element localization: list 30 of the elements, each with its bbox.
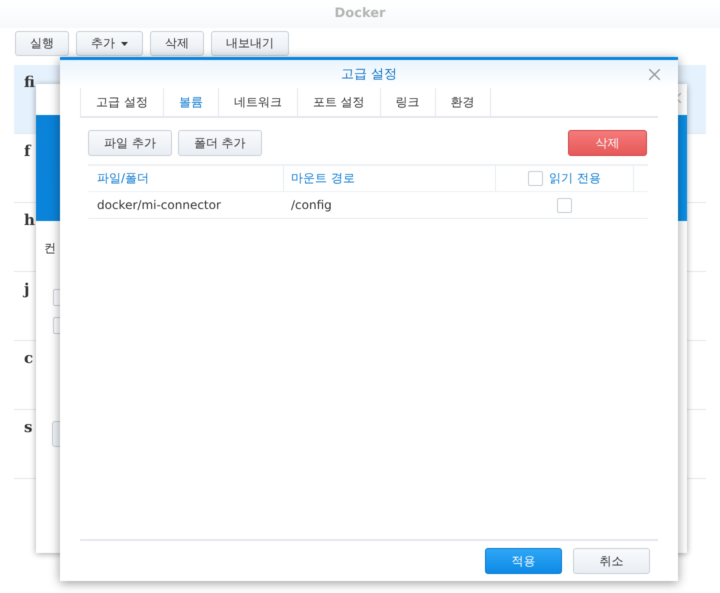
column-header[interactable]: 파일/폴더 <box>88 166 284 191</box>
container-name: f <box>24 142 30 160</box>
container-name: fi <box>24 73 35 91</box>
close-icon[interactable] <box>649 69 660 80</box>
container-name: c <box>24 349 34 367</box>
window-text: 컨 <box>44 240 56 257</box>
toolbar-button[interactable]: 삭제 <box>150 31 204 56</box>
action-button[interactable]: 파일 추가 <box>88 130 172 156</box>
tab[interactable]: 고급 설정 <box>80 88 163 116</box>
toolbar-button[interactable]: 실행 <box>15 31 69 56</box>
tab[interactable]: 포트 설정 <box>296 88 380 116</box>
container-name: s <box>24 418 32 436</box>
dialog-title: 고급 설정 <box>340 66 398 83</box>
tab[interactable]: 네트워크 <box>218 88 297 116</box>
column-header[interactable]: 마운트 경로 <box>284 166 496 191</box>
action-button[interactable]: 폴더 추가 <box>178 130 262 156</box>
table-cell-text: docker/mi-connector <box>96 197 222 214</box>
toolbar-button[interactable]: 추가 <box>76 31 143 56</box>
container-name: h <box>24 211 35 229</box>
checkbox[interactable] <box>528 171 544 186</box>
table-cell-text: /config <box>290 197 333 214</box>
container-name: j <box>24 280 30 298</box>
tab[interactable]: 볼륨 <box>162 88 218 116</box>
tab[interactable]: 환경 <box>434 88 491 116</box>
checkbox[interactable] <box>557 198 572 212</box>
toolbar-button[interactable]: 내보내기 <box>211 31 289 56</box>
footer-button[interactable]: 취소 <box>573 548 650 574</box>
caret-icon <box>121 42 128 46</box>
tab[interactable]: 링크 <box>380 88 435 116</box>
column-header[interactable]: 읽기 전용 <box>549 170 601 187</box>
